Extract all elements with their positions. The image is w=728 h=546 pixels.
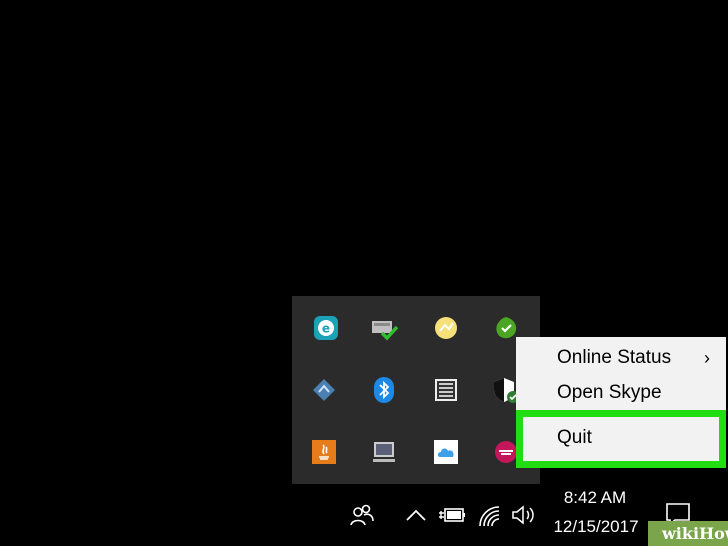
cloud-icon[interactable] (432, 438, 460, 466)
chevron-right-icon: › (704, 348, 710, 368)
clock-date[interactable]: 12/15/2017 (548, 517, 644, 537)
menu-item-open-skype[interactable]: Open Skype (516, 376, 726, 410)
tray-overflow-panel: e (292, 296, 540, 484)
display-icon[interactable] (370, 438, 398, 466)
eset-icon[interactable]: e (312, 314, 340, 342)
menu-item-online-status[interactable]: Online Status › (516, 341, 726, 375)
skype-context-menu: Online Status › Open Skype Quit (516, 337, 726, 467)
yellow-app-icon[interactable] (432, 314, 460, 342)
people-icon[interactable] (347, 500, 377, 530)
menu-item-label: Online Status (557, 347, 672, 368)
svg-text:e: e (322, 322, 330, 336)
volume-icon[interactable] (510, 502, 540, 528)
battery-icon[interactable] (437, 502, 467, 528)
clock-time[interactable]: 8:42 AM (550, 488, 640, 508)
wifi-icon[interactable] (476, 502, 504, 530)
bluetooth-icon[interactable] (370, 376, 398, 404)
chevron-up-icon[interactable] (403, 502, 429, 528)
calculator-icon[interactable] (432, 376, 460, 404)
network-drive-icon[interactable] (310, 376, 338, 404)
wikihow-watermark: wikiHow (648, 521, 728, 546)
menu-item-quit[interactable]: Quit (516, 421, 726, 455)
menu-item-label: Open Skype (557, 382, 662, 403)
device-check-icon[interactable] (370, 314, 398, 342)
java-icon[interactable] (310, 438, 338, 466)
menu-item-label: Quit (557, 427, 592, 448)
